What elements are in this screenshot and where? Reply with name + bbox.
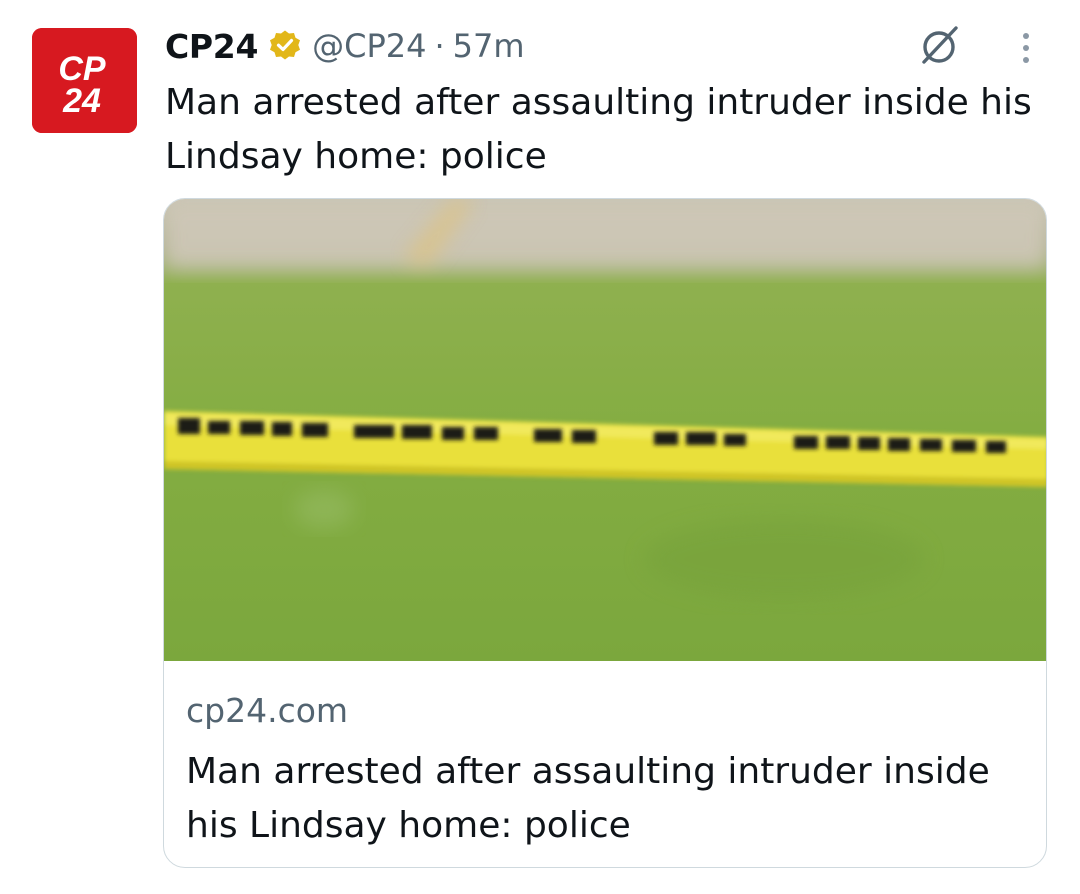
logo-line-2: 24 <box>62 82 101 120</box>
tweet-text: Man arrested after assaulting intruder i… <box>165 82 1032 177</box>
timestamp[interactable]: 57m <box>453 27 525 65</box>
handle[interactable]: @CP24 <box>312 27 426 65</box>
tweet-header: CP24 @CP24 · 57m <box>165 24 525 68</box>
link-card[interactable]: cp24.com Man arrested after assaulting i… <box>163 198 1047 868</box>
gold-verified-badge-icon[interactable] <box>268 29 302 63</box>
cp24-logo: CP 24 <box>32 28 137 133</box>
display-name[interactable]: CP24 <box>165 27 258 66</box>
separator-dot: · <box>434 27 445 65</box>
card-image[interactable] <box>164 199 1046 661</box>
card-domain[interactable]: cp24.com <box>186 691 348 730</box>
more-options-icon[interactable] <box>1012 28 1040 72</box>
card-title[interactable]: Man arrested after assaulting intruder i… <box>186 745 1016 853</box>
grok-icon[interactable] <box>914 20 966 72</box>
avatar[interactable]: CP 24 <box>32 28 137 133</box>
